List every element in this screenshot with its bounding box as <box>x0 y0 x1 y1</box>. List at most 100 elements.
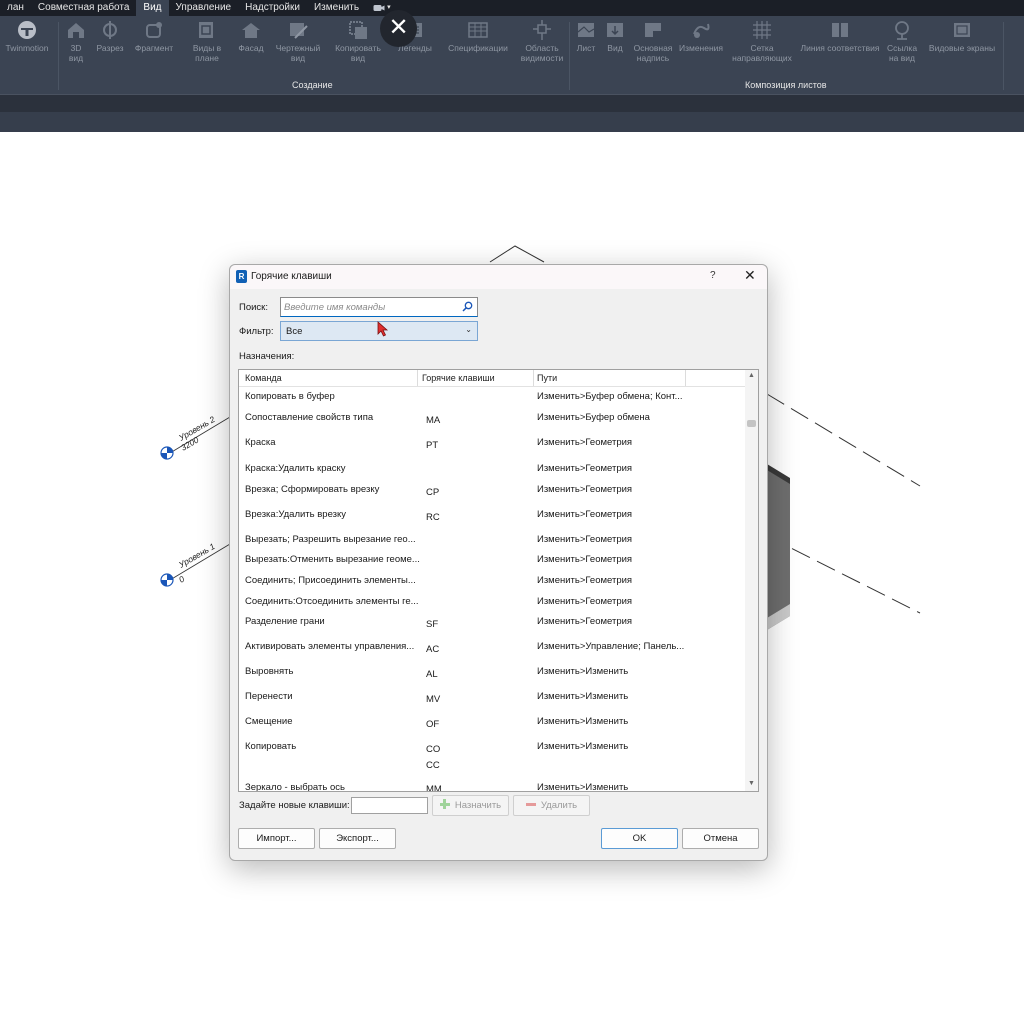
section-button[interactable]: Разрез <box>93 20 127 53</box>
row-command: Врезка:Удалить врезку <box>245 509 347 520</box>
cancel-button[interactable]: Отмена <box>682 828 759 849</box>
plan-view-icon <box>199 22 213 38</box>
elevation-icon <box>242 23 260 38</box>
table-row[interactable]: Зеркало - выбрать ось MM Изменить>Измени… <box>239 782 745 791</box>
import-button[interactable]: Импорт... <box>238 828 315 849</box>
view-tabs-bar <box>0 112 1024 132</box>
tab-plan[interactable]: лан <box>0 0 31 16</box>
table-row[interactable]: Копировать в буфер Изменить>Буфер обмена… <box>239 391 745 411</box>
scroll-down-icon[interactable]: ▼ <box>748 780 755 787</box>
tab-addins[interactable]: Надстройки <box>238 0 307 16</box>
column-header-paths[interactable]: Пути <box>537 373 557 383</box>
tab-view[interactable]: Вид <box>136 0 169 16</box>
viewports-button[interactable]: Видовые экраны <box>924 20 1000 53</box>
tab-collaborate[interactable]: Совместная работа <box>31 0 137 16</box>
table-row[interactable]: Смещение OF Изменить>Изменить <box>239 716 745 740</box>
row-keys: PT <box>426 440 439 451</box>
tab-modify[interactable]: Изменить <box>307 0 366 16</box>
wall-3d-box <box>767 464 790 630</box>
column-header-shortcuts[interactable]: Горячие клавиши <box>422 373 495 383</box>
row-path: Изменить>Геометрия <box>537 616 633 627</box>
place-view-button[interactable]: Вид <box>602 20 628 53</box>
table-row[interactable]: Вырезать:Отменить вырезание геоме... Изм… <box>239 554 745 574</box>
row-command: Сопоставление свойств типа <box>245 412 374 423</box>
sheet-label: Лист <box>576 43 596 53</box>
table-row[interactable]: Вырезать; Разрешить вырезание гео... Изм… <box>239 534 745 554</box>
table-row[interactable]: Сопоставление свойств типа MA Изменить>Б… <box>239 412 745 436</box>
view3d-label: 3D вид <box>68 43 84 63</box>
column-divider[interactable] <box>417 370 418 386</box>
row-path: Изменить>Геометрия <box>537 484 633 495</box>
view3d-button[interactable]: 3D вид <box>62 20 90 63</box>
row-command: Копировать <box>245 741 297 752</box>
row-keys: AL <box>426 669 438 680</box>
schedules-button[interactable]: Спецификации <box>442 20 514 53</box>
export-button[interactable]: Экспорт... <box>319 828 396 849</box>
delete-button-label: Удалить <box>540 800 578 811</box>
sheet-button[interactable]: Лист <box>572 20 600 53</box>
view-reference-button[interactable]: Ссылка на вид <box>884 20 920 63</box>
new-keys-input[interactable] <box>351 797 428 814</box>
table-row[interactable]: Соединить:Отсоединить элементы ге... Изм… <box>239 596 745 616</box>
row-keys: OF <box>426 719 440 730</box>
row-command: Краска:Удалить краску <box>245 463 346 474</box>
matchline-button[interactable]: Линия соответствия <box>797 20 883 53</box>
camera-icon <box>373 5 385 11</box>
plan-views-label: Виды в плане <box>192 43 222 63</box>
row-keys-secondary: CC <box>426 760 440 771</box>
duplicate-view-button[interactable]: Копировать вид <box>330 20 386 63</box>
table-row[interactable]: Врезка; Сформировать врезку CP Изменить>… <box>239 484 745 508</box>
close-overlay-button[interactable]: ✕ <box>380 10 417 47</box>
delete-button[interactable]: Удалить <box>513 795 590 816</box>
assign-button[interactable]: Назначить <box>432 795 509 816</box>
table-row[interactable]: Активировать элементы управления... AC И… <box>239 641 745 665</box>
scope-box-button[interactable]: Область видимости <box>518 20 566 63</box>
guide-grid-label: Сетка направляющих <box>732 43 792 63</box>
search-field[interactable] <box>280 297 478 317</box>
revisions-button[interactable]: Изменения <box>677 20 725 53</box>
row-command: Врезка; Сформировать врезку <box>245 484 380 495</box>
help-button[interactable]: ? <box>710 270 716 281</box>
table-row[interactable]: Копировать CO CC Изменить>Изменить <box>239 741 745 781</box>
elevation-button[interactable]: Фасад <box>234 20 268 53</box>
elevation-label: Фасад <box>238 43 264 53</box>
table-row[interactable]: Перенести MV Изменить>Изменить <box>239 691 745 715</box>
twinmotion-button[interactable]: Twinmotion <box>2 20 52 53</box>
table-row[interactable]: Выровнять AL Изменить>Изменить <box>239 666 745 690</box>
column-header-command[interactable]: Команда <box>245 373 282 383</box>
scrollbar-thumb[interactable] <box>747 420 756 427</box>
drafting-view-button[interactable]: Чертежный вид <box>272 20 324 63</box>
table-row[interactable]: Краска:Удалить краску Изменить>Геометрия <box>239 463 745 483</box>
table-header: Команда Горячие клавиши Пути <box>239 370 745 387</box>
scope-box-icon <box>533 20 551 40</box>
title-block-button[interactable]: Основная надпись <box>630 20 676 63</box>
row-command: Выровнять <box>245 666 294 677</box>
callout-button[interactable]: Фрагмент <box>130 20 178 53</box>
plus-icon <box>439 799 450 809</box>
place-view-label: Вид <box>607 43 623 53</box>
column-divider[interactable] <box>685 370 686 386</box>
table-row[interactable]: Разделение грани SF Изменить>Геометрия <box>239 616 745 640</box>
twinmotion-label: Twinmotion <box>5 43 49 53</box>
table-row[interactable]: Соединить; Присоединить элементы... Изме… <box>239 575 745 595</box>
table-row[interactable]: Врезка:Удалить врезку RC Изменить>Геомет… <box>239 509 745 533</box>
shortcuts-table: Команда Горячие клавиши Пути Копировать … <box>238 369 759 792</box>
minus-icon <box>525 803 536 806</box>
table-scrollbar[interactable]: ▲ ▼ <box>745 370 758 791</box>
row-command: Смещение <box>245 716 293 727</box>
dialog-titlebar[interactable]: R Горячие клавиши ? ✕ <box>230 265 767 289</box>
duplicate-view-label: Копировать вид <box>335 43 381 63</box>
view-reference-label: Ссылка на вид <box>886 43 918 63</box>
panel-title-create: Создание <box>292 80 333 90</box>
tab-manage[interactable]: Управление <box>169 0 239 16</box>
scroll-up-icon[interactable]: ▲ <box>748 372 755 379</box>
row-command: Вырезать; Разрешить вырезание гео... <box>245 534 416 545</box>
table-row[interactable]: Краска PT Изменить>Геометрия <box>239 437 745 461</box>
plan-views-button[interactable]: Виды в плане <box>186 20 228 63</box>
search-input[interactable] <box>284 300 454 315</box>
ok-button[interactable]: OK <box>601 828 678 849</box>
column-divider[interactable] <box>533 370 534 386</box>
guide-grid-button[interactable]: Сетка направляющих <box>728 20 796 63</box>
row-path: Изменить>Геометрия <box>537 575 633 586</box>
close-icon[interactable]: ✕ <box>744 267 756 284</box>
